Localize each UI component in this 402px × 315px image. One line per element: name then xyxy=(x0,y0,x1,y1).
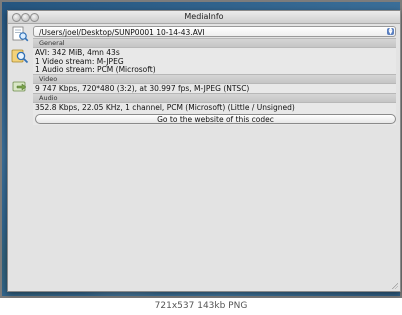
chevron-updown-icon: ▲ ▼ xyxy=(387,26,394,36)
video-section: Video 9 747 Kbps, 720*480 (3:2), at 30.9… xyxy=(33,74,396,95)
general-section: General AVI: 342 MiB, 4mn 43s 1 Video st… xyxy=(33,38,396,76)
empty-info-pane xyxy=(33,143,396,286)
audio-line: 352.8 Kbps, 22.05 KHz, 1 channel, PCM (M… xyxy=(35,103,295,112)
video-header: Video xyxy=(33,74,396,84)
title-bar[interactable]: MediaInfo xyxy=(8,11,400,24)
mediainfo-window: MediaInfo /Users/joel/Desktop/SUNP0001 1… xyxy=(7,10,401,292)
audio-header: Audio xyxy=(33,93,396,103)
audio-section: Audio 352.8 Kbps, 22.05 KHz, 1 channel, … xyxy=(33,93,396,125)
codec-website-button[interactable]: Go to the website of this codec xyxy=(35,113,396,124)
file-path-value: /Users/joel/Desktop/SUNP0001 10-14-43.AV… xyxy=(39,28,205,37)
screenshot-frame: MediaInfo /Users/joel/Desktop/SUNP0001 1… xyxy=(0,0,402,298)
general-header: General xyxy=(33,38,396,48)
resize-grip[interactable] xyxy=(391,282,398,289)
window-title: MediaInfo xyxy=(184,12,224,21)
general-body: AVI: 342 MiB, 4mn 43s 1 Video stream: M-… xyxy=(33,48,396,76)
export-icon[interactable] xyxy=(11,78,29,94)
image-caption: 721x537 143kb PNG xyxy=(0,298,402,315)
open-file-icon[interactable] xyxy=(11,26,29,42)
file-select[interactable]: /Users/joel/Desktop/SUNP0001 10-14-43.AV… xyxy=(33,26,396,37)
info-magnifier-icon[interactable] xyxy=(11,48,29,64)
audio-body: 352.8 Kbps, 22.05 KHz, 1 channel, PCM (M… xyxy=(33,103,396,125)
